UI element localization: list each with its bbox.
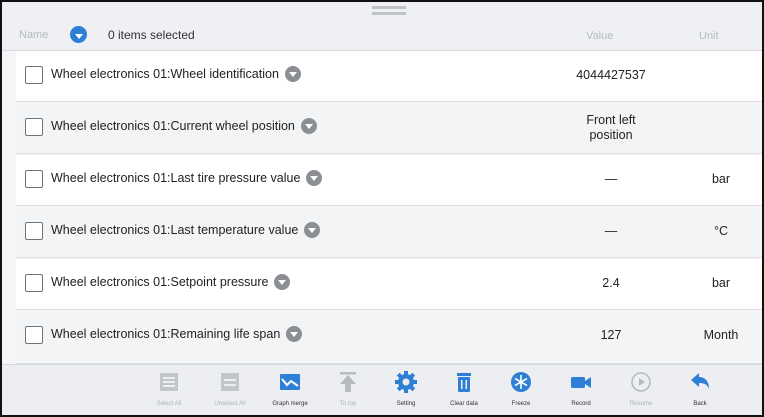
video-camera-icon [571, 377, 591, 388]
freeze-button[interactable]: Freeze [493, 369, 549, 413]
list-header: Name 0 items selected Value Unit [2, 2, 762, 51]
info-icon[interactable] [300, 118, 317, 134]
select-all-button[interactable]: Select All [141, 369, 197, 413]
table-row[interactable]: Wheel electronics 01:Setpoint pressure 2… [16, 259, 762, 310]
parameter-value: — [604, 224, 618, 238]
parameter-name: Wheel electronics 01:Remaining life span [51, 327, 281, 341]
to-top-button[interactable]: To top [320, 369, 376, 413]
clear-data-button[interactable]: Clear data [436, 369, 492, 413]
record-button[interactable]: Record [553, 369, 609, 413]
selected-count: 0 items selected [108, 28, 195, 42]
bottom-toolbar: Select All Unselect All Graph merge To t… [2, 364, 762, 415]
table-row[interactable]: Wheel electronics 01:Current wheel posit… [16, 103, 762, 154]
table-row[interactable]: Wheel electronics 01:Remaining life span… [16, 311, 762, 364]
unit-column-header: Unit [699, 30, 719, 42]
table-row[interactable]: Wheel electronics 01:Wheel identificatio… [16, 51, 762, 102]
info-icon[interactable] [286, 326, 303, 342]
info-icon[interactable] [306, 170, 323, 186]
back-arrow-icon [691, 373, 709, 389]
table-row[interactable]: Wheel electronics 01:Last temperature va… [16, 207, 762, 258]
row-checkbox[interactable] [25, 274, 43, 292]
unselect-all-button[interactable]: Unselect All [202, 369, 258, 413]
freeze-label: Freeze [511, 401, 531, 407]
parameter-value: 2.4 [602, 276, 620, 290]
row-checkbox[interactable] [25, 66, 43, 84]
play-icon [631, 372, 651, 392]
info-icon[interactable] [304, 222, 321, 238]
parameter-unit: Month [703, 328, 739, 342]
parameter-value: 127 [600, 328, 622, 342]
setting-button[interactable]: Setting [378, 369, 434, 413]
graph-merge-icon [280, 374, 300, 390]
info-icon[interactable] [284, 66, 301, 82]
data-stream-screen: Name 0 items selected Value Unit Wheel e… [0, 0, 764, 417]
parameter-name: Wheel electronics 01:Current wheel posit… [51, 119, 295, 133]
row-checkbox[interactable] [25, 118, 43, 136]
back-label: Back [693, 401, 707, 407]
resume-label: Resume [629, 401, 653, 407]
sort-toggle-icon[interactable] [70, 26, 87, 43]
value-line-2: position [589, 128, 633, 142]
freeze-icon [511, 372, 531, 392]
unselect-all-icon [221, 373, 239, 391]
drag-handle[interactable] [372, 6, 406, 15]
parameter-value: Front left position [561, 113, 661, 143]
unselect-all-label: Unselect All [214, 401, 246, 407]
row-checkbox[interactable] [25, 326, 43, 344]
parameter-name: Wheel electronics 01:Last temperature va… [51, 223, 299, 237]
parameter-name: Wheel electronics 01:Last tire pressure … [51, 171, 301, 185]
row-checkbox[interactable] [25, 170, 43, 188]
parameter-name: Wheel electronics 01:Wheel identificatio… [51, 67, 279, 81]
parameter-name: Wheel electronics 01:Setpoint pressure [51, 275, 269, 289]
record-label: Record [571, 401, 591, 407]
select-all-label: Select All [156, 401, 182, 407]
table-row[interactable]: Wheel electronics 01:Last tire pressure … [16, 155, 762, 206]
back-button[interactable]: Back [672, 369, 728, 413]
info-icon[interactable] [274, 274, 291, 290]
gear-icon [395, 371, 417, 393]
parameter-value: — [604, 172, 618, 186]
value-column-header: Value [586, 30, 614, 42]
parameter-value: 4044427537 [576, 68, 646, 82]
parameter-unit: °C [713, 224, 729, 238]
parameter-unit: bar [711, 276, 731, 290]
name-column-header[interactable]: Name [19, 29, 48, 41]
to-top-icon [340, 372, 356, 392]
row-checkbox[interactable] [25, 222, 43, 240]
value-line-1: Front left [586, 113, 636, 127]
parameter-unit: bar [711, 172, 731, 186]
select-all-icon [160, 373, 178, 391]
trash-icon [457, 373, 471, 392]
resume-button[interactable]: Resume [613, 369, 669, 413]
graph-merge-button[interactable]: Graph merge [262, 369, 318, 413]
